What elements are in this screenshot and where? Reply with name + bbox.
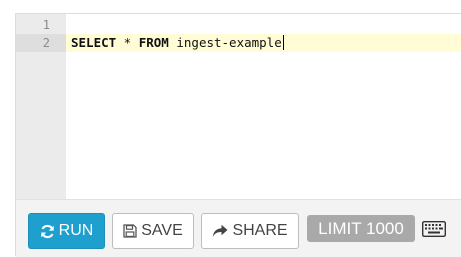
sql-keyword-select: SELECT [71, 35, 117, 50]
limit-badge[interactable]: LIMIT 1000 [307, 215, 415, 242]
code-editor[interactable]: 1 2 SELECT * FROM ingest-example [16, 14, 461, 199]
share-button-label: SHARE [232, 222, 288, 239]
text-cursor [282, 35, 284, 50]
line-number: 1 [42, 18, 50, 32]
line-code: SELECT * FROM ingest-example [71, 34, 284, 52]
limit-label: LIMIT 1000 [318, 218, 404, 238]
run-button-label: RUN [58, 222, 94, 239]
query-editor-panel: 1 2 SELECT * FROM ingest-example RUN SAV… [15, 13, 461, 257]
refresh-icon [40, 224, 55, 239]
share-button[interactable]: SHARE [201, 213, 299, 249]
share-arrow-icon [212, 224, 228, 238]
editor-line-1[interactable]: 1 [16, 16, 461, 34]
save-button-label: SAVE [141, 222, 183, 239]
save-button[interactable]: SAVE [112, 213, 194, 249]
floppy-disk-icon [123, 224, 137, 238]
sql-keyword-from: FROM [138, 35, 169, 50]
sql-table-name: ingest-example [168, 35, 282, 50]
keyboard-icon[interactable] [421, 220, 447, 238]
query-toolbar: RUN SAVE SHARE LIMIT 1000 [16, 199, 461, 257]
line-number: 2 [16, 34, 66, 52]
sql-text: * [116, 35, 139, 50]
editor-line-2[interactable]: 2 SELECT * FROM ingest-example [16, 34, 461, 52]
run-button[interactable]: RUN [28, 213, 105, 249]
